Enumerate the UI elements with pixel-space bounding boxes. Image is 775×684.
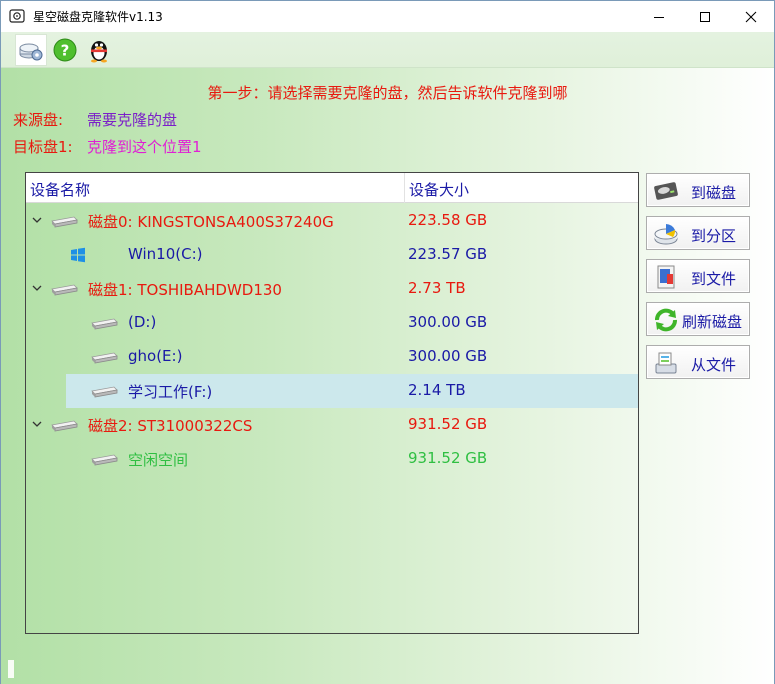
target-value: 克隆到这个位置1 <box>87 138 202 156</box>
file-save-icon <box>657 265 675 289</box>
minimize-button[interactable] <box>636 1 682 32</box>
device-name: 磁盘0: KINGSTONSA400S37240G <box>88 213 334 231</box>
app-window: 星空磁盘克隆软件v1.13 ? 第一步：请选择需要克隆的盘，然后告诉软件克隆到哪… <box>0 0 775 684</box>
tree-row-disk[interactable]: 磁盘2: ST31000322CS 931.52 GB <box>26 408 638 442</box>
device-size: 223.57 GB <box>408 245 488 263</box>
refresh-disk-button[interactable]: 刷新磁盘 <box>646 302 750 336</box>
close-icon <box>745 11 757 22</box>
help-button[interactable]: ? <box>49 34 81 66</box>
device-size: 2.73 TB <box>408 279 466 297</box>
window-title: 星空磁盘克隆软件v1.13 <box>33 10 163 24</box>
device-size: 931.52 GB <box>408 449 488 467</box>
device-name: Win10(C:) <box>128 245 203 263</box>
device-name: 空闲空间 <box>128 451 189 469</box>
to-file-label: 到文件 <box>691 270 737 288</box>
toolbar: ? <box>1 32 774 68</box>
qq-button[interactable] <box>83 34 115 66</box>
disk-drive-icon <box>91 386 118 398</box>
partition-icon <box>654 224 678 245</box>
disk-drive-icon <box>51 216 78 228</box>
refresh-disk-label: 刷新磁盘 <box>682 313 743 331</box>
refresh-icon <box>655 308 677 332</box>
help-icon: ? <box>53 38 77 62</box>
disk-drive-icon <box>91 454 118 466</box>
to-partition-button[interactable]: 到分区 <box>646 216 750 250</box>
qq-penguin-icon <box>91 41 107 63</box>
device-name: gho(E:) <box>128 347 183 365</box>
tree-row-partition[interactable]: (D:) 300.00 GB <box>26 306 638 340</box>
svg-text:?: ? <box>61 42 70 60</box>
title-bar: 星空磁盘克隆软件v1.13 <box>1 1 774 32</box>
chevron-down-icon[interactable] <box>32 284 42 292</box>
settings-disk-icon <box>19 43 43 61</box>
device-size: 223.58 GB <box>408 211 488 229</box>
tree-header: 设备名称 设备大小 <box>26 173 638 203</box>
settings-button[interactable] <box>15 34 47 66</box>
tree-row-disk[interactable]: 磁盘0: KINGSTONSA400S37240G 223.58 GB <box>26 204 638 238</box>
step-instruction: 第一步：请选择需要克隆的盘，然后告诉软件克隆到哪 <box>207 84 568 102</box>
windows-logo-icon <box>71 247 85 263</box>
device-size: 2.14 TB <box>408 381 466 399</box>
disk-drive-icon <box>51 420 78 432</box>
to-partition-label: 到分区 <box>691 227 737 245</box>
hard-drive-icon <box>654 182 678 200</box>
source-label: 来源盘: <box>13 111 64 129</box>
from-file-button[interactable]: 从文件 <box>646 345 750 379</box>
status-bar-grip <box>8 660 14 678</box>
chevron-down-icon[interactable] <box>32 216 42 224</box>
device-name: 磁盘2: ST31000322CS <box>88 417 253 435</box>
device-size: 300.00 GB <box>408 347 488 365</box>
device-name: 学习工作(F:) <box>128 383 213 401</box>
column-header-device-name[interactable]: 设备名称 <box>30 179 90 200</box>
device-name: 磁盘1: TOSHIBAHDWD130 <box>88 281 282 299</box>
app-icon <box>9 9 25 23</box>
maximize-icon <box>700 11 710 22</box>
restore-from-file-icon <box>655 352 677 374</box>
to-disk-label: 到磁盘 <box>691 184 737 202</box>
tree-row-partition[interactable]: gho(E:) 300.00 GB <box>26 340 638 374</box>
target-label: 目标盘1: <box>13 138 73 156</box>
to-disk-button[interactable]: 到磁盘 <box>646 173 750 207</box>
device-size: 300.00 GB <box>408 313 488 331</box>
minimize-icon <box>654 16 664 18</box>
to-file-button[interactable]: 到文件 <box>646 259 750 293</box>
device-tree[interactable]: 设备名称 设备大小 磁盘0: KINGSTONSA400S37240G 223.5… <box>25 172 639 634</box>
tree-row-free-space[interactable]: 空闲空间 931.52 GB <box>26 442 638 476</box>
from-file-label: 从文件 <box>691 356 737 374</box>
tree-row-partition[interactable]: Win10(C:) 223.57 GB <box>26 238 638 272</box>
source-value: 需要克隆的盘 <box>87 111 178 129</box>
device-size: 931.52 GB <box>408 415 488 433</box>
tree-row-disk[interactable]: 磁盘1: TOSHIBAHDWD130 2.73 TB <box>26 272 638 306</box>
close-button[interactable] <box>728 1 774 32</box>
disk-drive-icon <box>91 352 118 364</box>
device-name: (D:) <box>128 313 157 331</box>
disk-drive-icon <box>51 284 78 296</box>
maximize-button[interactable] <box>682 1 728 32</box>
column-divider[interactable] <box>404 173 405 203</box>
chevron-down-icon[interactable] <box>32 420 42 428</box>
main-panel: 第一步：请选择需要克隆的盘，然后告诉软件克隆到哪 来源盘: 需要克隆的盘 目标盘… <box>1 68 774 684</box>
tree-row-partition[interactable]: 学习工作(F:) 2.14 TB <box>26 374 638 408</box>
column-header-device-size[interactable]: 设备大小 <box>409 179 469 200</box>
disk-drive-icon <box>91 318 118 330</box>
